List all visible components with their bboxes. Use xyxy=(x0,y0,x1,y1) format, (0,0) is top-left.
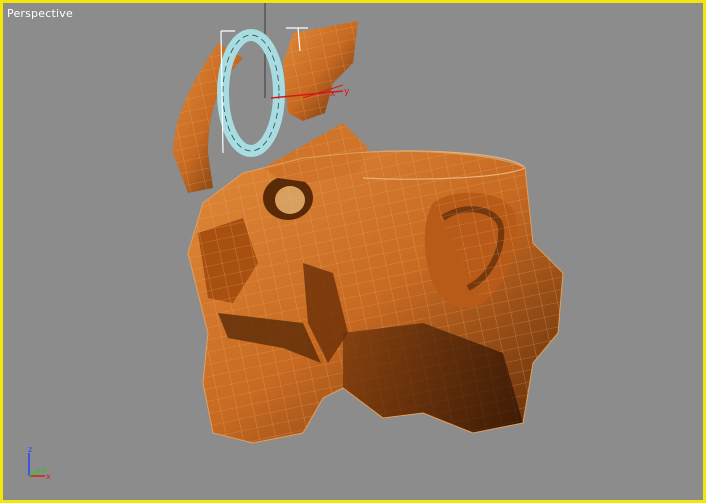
perspective-viewport[interactable]: Perspective x y z x y xyxy=(0,0,706,503)
gizmo-x-label: x xyxy=(330,89,336,99)
axis-z-label: z xyxy=(28,445,32,454)
axis-y-label: y xyxy=(42,465,47,474)
head-mesh[interactable] xyxy=(187,123,564,444)
axis-tripod-icon: z x y xyxy=(28,445,51,481)
scene-canvas[interactable]: x y xyxy=(3,3,703,500)
axis-x-label: x xyxy=(46,472,51,481)
gizmo-y-label: y xyxy=(344,87,350,97)
